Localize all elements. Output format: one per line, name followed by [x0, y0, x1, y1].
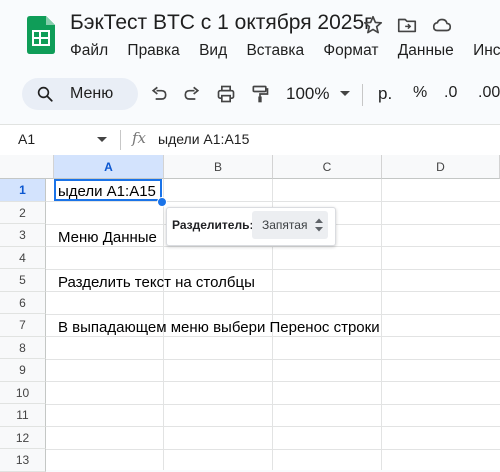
- row-gridline: [46, 336, 500, 337]
- row-header-4[interactable]: 4: [0, 246, 46, 269]
- menu-bar: Файл Правка Вид Вставка Формат Данные Ин…: [70, 42, 500, 62]
- row-gridline: [46, 268, 500, 270]
- name-box[interactable]: A1: [18, 131, 35, 147]
- move-to-folder-icon[interactable]: [396, 14, 418, 36]
- toolbar-divider: [362, 84, 363, 106]
- column-header-d[interactable]: D: [382, 155, 500, 179]
- increase-decimal-button[interactable]: .00: [478, 84, 500, 102]
- row-gridline: [46, 381, 500, 382]
- cloud-status-icon[interactable]: [430, 14, 454, 36]
- row-header-7[interactable]: 7: [0, 314, 46, 337]
- row-gridline: [46, 313, 500, 315]
- row-gridline: [46, 201, 500, 202]
- zoom-dropdown-icon[interactable]: [340, 91, 350, 96]
- menu-format[interactable]: Формат: [323, 42, 378, 60]
- row-gridline: [46, 426, 500, 427]
- fx-icon: fx: [132, 129, 147, 147]
- row-gridline: [46, 246, 500, 247]
- row-gridline: [46, 403, 500, 405]
- paint-format-icon[interactable]: [250, 84, 270, 104]
- row-header-12[interactable]: 12: [0, 426, 46, 449]
- column-gridline: [381, 179, 382, 470]
- row-header-8[interactable]: 8: [0, 336, 46, 359]
- star-icon[interactable]: [362, 14, 384, 36]
- select-all-corner[interactable]: [0, 155, 54, 179]
- formula-bar-divider: [120, 130, 121, 150]
- row-header-6[interactable]: 6: [0, 291, 46, 314]
- menu-view[interactable]: Вид: [199, 42, 227, 60]
- percent-format-button[interactable]: %: [413, 84, 427, 102]
- row-header-11[interactable]: 11: [0, 404, 46, 427]
- selected-cell-outline: [54, 179, 162, 201]
- row-header-2[interactable]: 2: [0, 201, 46, 224]
- spreadsheet-grid[interactable]: [0, 155, 500, 470]
- column-header-c[interactable]: C: [273, 155, 382, 179]
- row-header-9[interactable]: 9: [0, 359, 46, 382]
- formula-input[interactable]: ыдели A1:A15: [158, 131, 249, 147]
- formula-bar: [0, 124, 500, 155]
- separator-value[interactable]: Запятая: [262, 218, 307, 232]
- undo-icon[interactable]: [149, 84, 169, 104]
- column-header-b[interactable]: B: [164, 155, 273, 179]
- menu-data[interactable]: Данные: [398, 42, 454, 60]
- row-header-3[interactable]: 3: [0, 224, 46, 247]
- menu-tools[interactable]: Инст: [473, 42, 500, 60]
- decrease-decimal-button[interactable]: .0: [444, 84, 457, 102]
- menu-edit[interactable]: Правка: [127, 42, 179, 60]
- menu-insert[interactable]: Вставка: [246, 42, 304, 60]
- sheets-logo-icon[interactable]: [27, 16, 55, 54]
- fill-handle[interactable]: [157, 197, 167, 207]
- menu-search-label: Меню: [70, 85, 114, 102]
- row-gridline: [46, 291, 500, 292]
- row-gridline: [46, 358, 500, 360]
- menu-file[interactable]: Файл: [70, 42, 108, 60]
- cell-a7[interactable]: В выпадающем меню выбери Перенос строки: [58, 319, 380, 336]
- name-box-dropdown-icon[interactable]: [97, 137, 107, 142]
- document-title[interactable]: БэкТест BTC с 1 октября 2025г: [70, 11, 372, 35]
- row-header-13[interactable]: 13: [0, 449, 46, 472]
- cell-a3[interactable]: Меню Данные: [58, 229, 157, 246]
- select-arrows-icon[interactable]: [314, 217, 324, 233]
- row-header-1[interactable]: 1: [0, 179, 46, 202]
- search-icon: [37, 86, 53, 102]
- zoom-select[interactable]: 100%: [286, 84, 329, 104]
- row-header-10[interactable]: 10: [0, 381, 46, 404]
- print-icon[interactable]: [216, 84, 236, 104]
- separator-label: Разделитель:: [172, 218, 254, 232]
- redo-icon[interactable]: [182, 84, 202, 104]
- currency-format-button[interactable]: р.: [378, 84, 392, 104]
- row-header-5[interactable]: 5: [0, 269, 46, 292]
- row-gridline: [46, 448, 500, 450]
- column-header-a[interactable]: A: [54, 155, 164, 179]
- cell-a5[interactable]: Разделить текст на столбцы: [58, 274, 255, 291]
